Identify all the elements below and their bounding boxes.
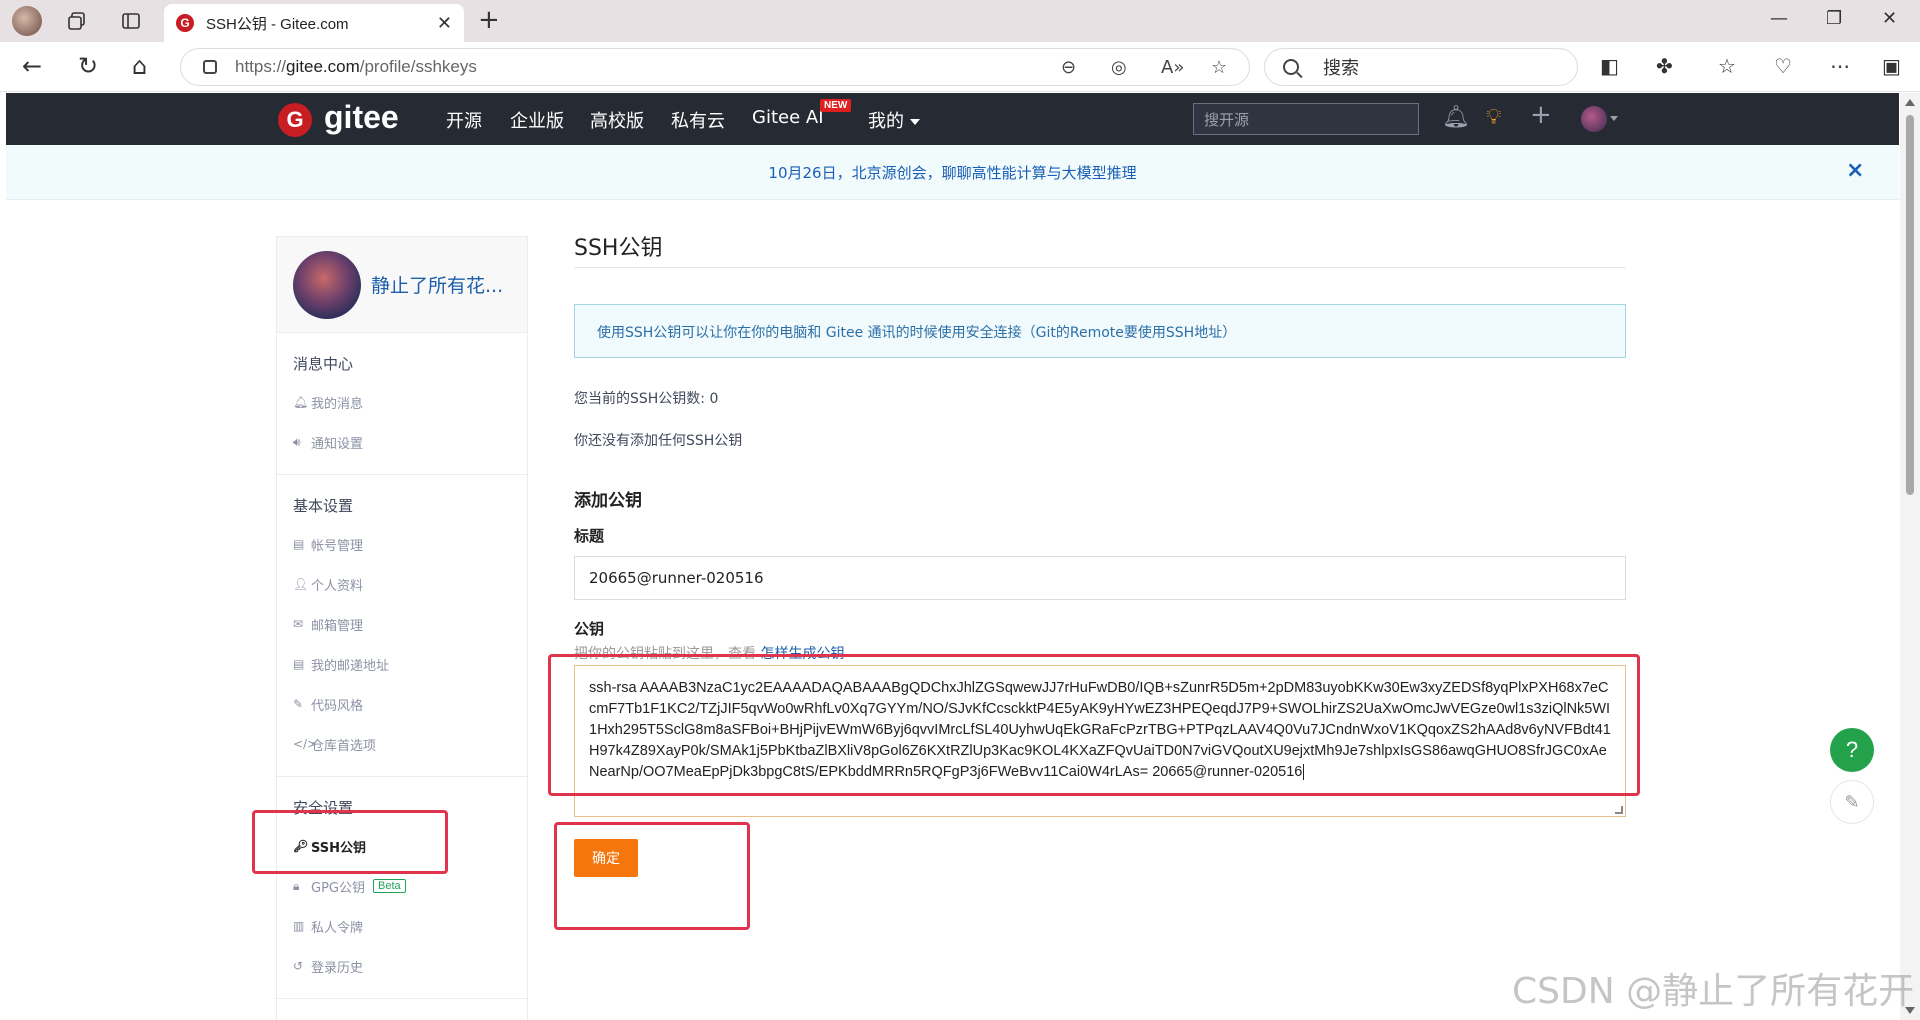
id-card-icon: ▤	[293, 537, 305, 551]
sidebar-toggle-icon[interactable]: ▣	[1882, 54, 1901, 78]
sidebar-item-code-style[interactable]: ✎ 代码风格	[277, 684, 527, 724]
browser-search-placeholder: 搜索	[1323, 58, 1359, 79]
user-avatar[interactable]	[1581, 106, 1607, 132]
tab-actions-icon[interactable]	[118, 8, 144, 34]
back-icon[interactable]: ←	[22, 52, 42, 80]
browser-tab-active[interactable]: G SSH公钥 - Gitee.com ✕	[164, 4, 464, 42]
nav-private-cloud[interactable]: 私有云	[671, 107, 725, 133]
browser-tab-bar: G SSH公钥 - Gitee.com ✕ + — ❐ ✕	[0, 0, 1920, 42]
feedback-edit-icon[interactable]: ✎	[1830, 780, 1874, 824]
restore-icon[interactable]: ❐	[1826, 8, 1842, 29]
workspaces-icon[interactable]	[64, 8, 90, 34]
nav-education[interactable]: 高校版	[590, 107, 644, 133]
favorite-star-icon[interactable]: ☆	[1211, 57, 1227, 78]
bell-icon[interactable]: 🔔︎	[1442, 106, 1470, 130]
home-icon[interactable]: ⌂	[132, 52, 147, 80]
sidebar-item-login-history[interactable]: ↺ 登录历史	[277, 946, 527, 986]
sidebar-item-notification-settings[interactable]: 🔊︎ 通知设置	[277, 422, 527, 462]
mail-icon: ✉	[293, 617, 304, 631]
refresh-icon[interactable]: ↻	[78, 52, 98, 80]
csdn-watermark: CSDN @静止了所有花开	[1512, 971, 1915, 1012]
speaker-icon: 🔊︎	[293, 434, 301, 449]
no-keys-message: 你还没有添加任何SSH公钥	[574, 433, 743, 449]
annotation-box-confirm	[554, 822, 750, 930]
new-tab-icon[interactable]: +	[478, 7, 500, 33]
settings-sidebar: 静止了所有花... 消息中心 🔔︎ 我的消息 🔊︎ 通知设置 基本设置 ▤ 帐号管理 …	[276, 236, 528, 1020]
gitee-header: G gitee 开源 企业版 高校版 私有云 Gitee AI NEW 我的 搜…	[6, 93, 1899, 145]
gitee-logo-icon[interactable]: G	[278, 103, 312, 137]
browser-profile-avatar[interactable]	[12, 6, 42, 36]
section-title-messages: 消息中心	[293, 355, 354, 373]
public-key-label: 公钥	[574, 620, 605, 638]
sidebar-item-email[interactable]: ✉ 邮箱管理	[277, 604, 527, 644]
sidebar-item-private-tokens[interactable]: ▥ 私人令牌	[277, 906, 527, 946]
plus-icon[interactable]: +	[1530, 102, 1552, 128]
sidebar-profile: 静止了所有花...	[277, 237, 527, 333]
zoom-out-icon[interactable]: ⊖	[1061, 57, 1076, 78]
announcement-bar: 10月26日，北京源创会，聊聊高性能计算与大模型推理 ×	[6, 145, 1899, 200]
tab-close-icon[interactable]: ✕	[437, 13, 452, 34]
nav-enterprise[interactable]: 企业版	[510, 107, 564, 133]
page-scrollbar[interactable]	[1900, 93, 1920, 1020]
extensions-icon[interactable]: ✤	[1656, 54, 1673, 78]
copilot-icon[interactable]: ◧	[1600, 54, 1619, 78]
help-button[interactable]: ?	[1830, 728, 1874, 772]
edge-shield-icon[interactable]: ◎	[1111, 57, 1127, 78]
favorites-icon[interactable]: ☆	[1718, 54, 1736, 78]
browser-toolbar: ← ↻ ⌂ https://gitee.com/profile/sshkeys …	[0, 42, 1920, 92]
gitee-logo-text[interactable]: gitee	[324, 99, 399, 136]
nav-opensource[interactable]: 开源	[446, 107, 482, 133]
avatar[interactable]	[293, 251, 361, 319]
sidebar-item-address[interactable]: ▤ 我的邮递地址	[277, 644, 527, 684]
brush-icon: ✎	[293, 697, 304, 711]
minimize-icon[interactable]: —	[1770, 8, 1788, 29]
resize-handle-icon[interactable]	[1615, 806, 1623, 814]
address-bar[interactable]: https://gitee.com/profile/sshkeys ⊖ ◎ A»…	[180, 48, 1250, 86]
sidebar-item-account[interactable]: ▤ 帐号管理	[277, 524, 527, 564]
add-key-heading: 添加公钥	[574, 491, 642, 511]
code-icon: </>	[293, 737, 318, 751]
window-close-icon[interactable]: ✕	[1882, 8, 1897, 29]
username[interactable]: 静止了所有花...	[371, 271, 503, 298]
gitee-favicon-icon: G	[176, 14, 194, 32]
lock-icon[interactable]	[203, 60, 217, 74]
search-icon	[1283, 59, 1299, 75]
sidebar-item-my-messages[interactable]: 🔔︎ 我的消息	[277, 382, 527, 422]
sidebar-item-repo-preferences[interactable]: </> 仓库首选项	[277, 724, 527, 764]
divider	[277, 998, 527, 999]
sidebar-item-profile[interactable]: 👤︎ 个人资料	[277, 564, 527, 604]
tab-title: SSH公钥 - Gitee.com	[206, 15, 349, 33]
annotation-box-ssh-menu	[252, 810, 448, 874]
nav-mine[interactable]: 我的	[868, 107, 920, 133]
history-icon: ↺	[293, 959, 304, 973]
more-menu-icon[interactable]: ⋯	[1830, 54, 1850, 78]
annotation-box-key	[548, 654, 1640, 796]
browser-essentials-icon[interactable]: ♡	[1774, 54, 1792, 78]
ssh-key-count: 您当前的SSH公钥数: 0	[574, 391, 719, 407]
lock-icon: 🔒︎	[293, 878, 300, 893]
user-icon: 👤︎	[293, 577, 309, 591]
section-title-basic: 基本设置	[293, 497, 354, 515]
bell-icon: 🔔︎	[293, 395, 309, 409]
gitee-search-input[interactable]: 搜开源	[1193, 103, 1419, 135]
info-tip: 使用SSH公钥可以让你在你的电脑和 Gitee 通讯的时候使用安全连接（Git的…	[574, 304, 1626, 358]
avatar-chevron-icon[interactable]	[1610, 116, 1618, 121]
lightbulb-icon[interactable]: 💡︎	[1486, 106, 1501, 130]
chevron-down-icon	[910, 119, 920, 125]
announcement-text[interactable]: 10月26日，北京源创会，聊聊高性能计算与大模型推理	[6, 162, 1899, 183]
announcement-close-icon[interactable]: ×	[1846, 158, 1864, 183]
scroll-up-icon[interactable]	[1905, 99, 1915, 106]
page-title: SSH公钥	[574, 230, 1626, 268]
beta-badge: Beta	[373, 879, 406, 893]
read-aloud-icon[interactable]: A»	[1161, 57, 1184, 78]
title-label: 标题	[574, 527, 605, 545]
url-text: https://gitee.com/profile/sshkeys	[235, 57, 477, 76]
address-card-icon: ▤	[293, 657, 305, 671]
browser-search-box[interactable]: 搜索	[1264, 48, 1578, 86]
token-icon: ▥	[293, 919, 305, 933]
new-badge: NEW	[820, 99, 852, 112]
key-title-input[interactable]: 20665@runner-020516	[574, 556, 1626, 600]
nav-gitee-ai[interactable]: Gitee AI	[752, 107, 824, 128]
scroll-thumb[interactable]	[1906, 115, 1914, 495]
